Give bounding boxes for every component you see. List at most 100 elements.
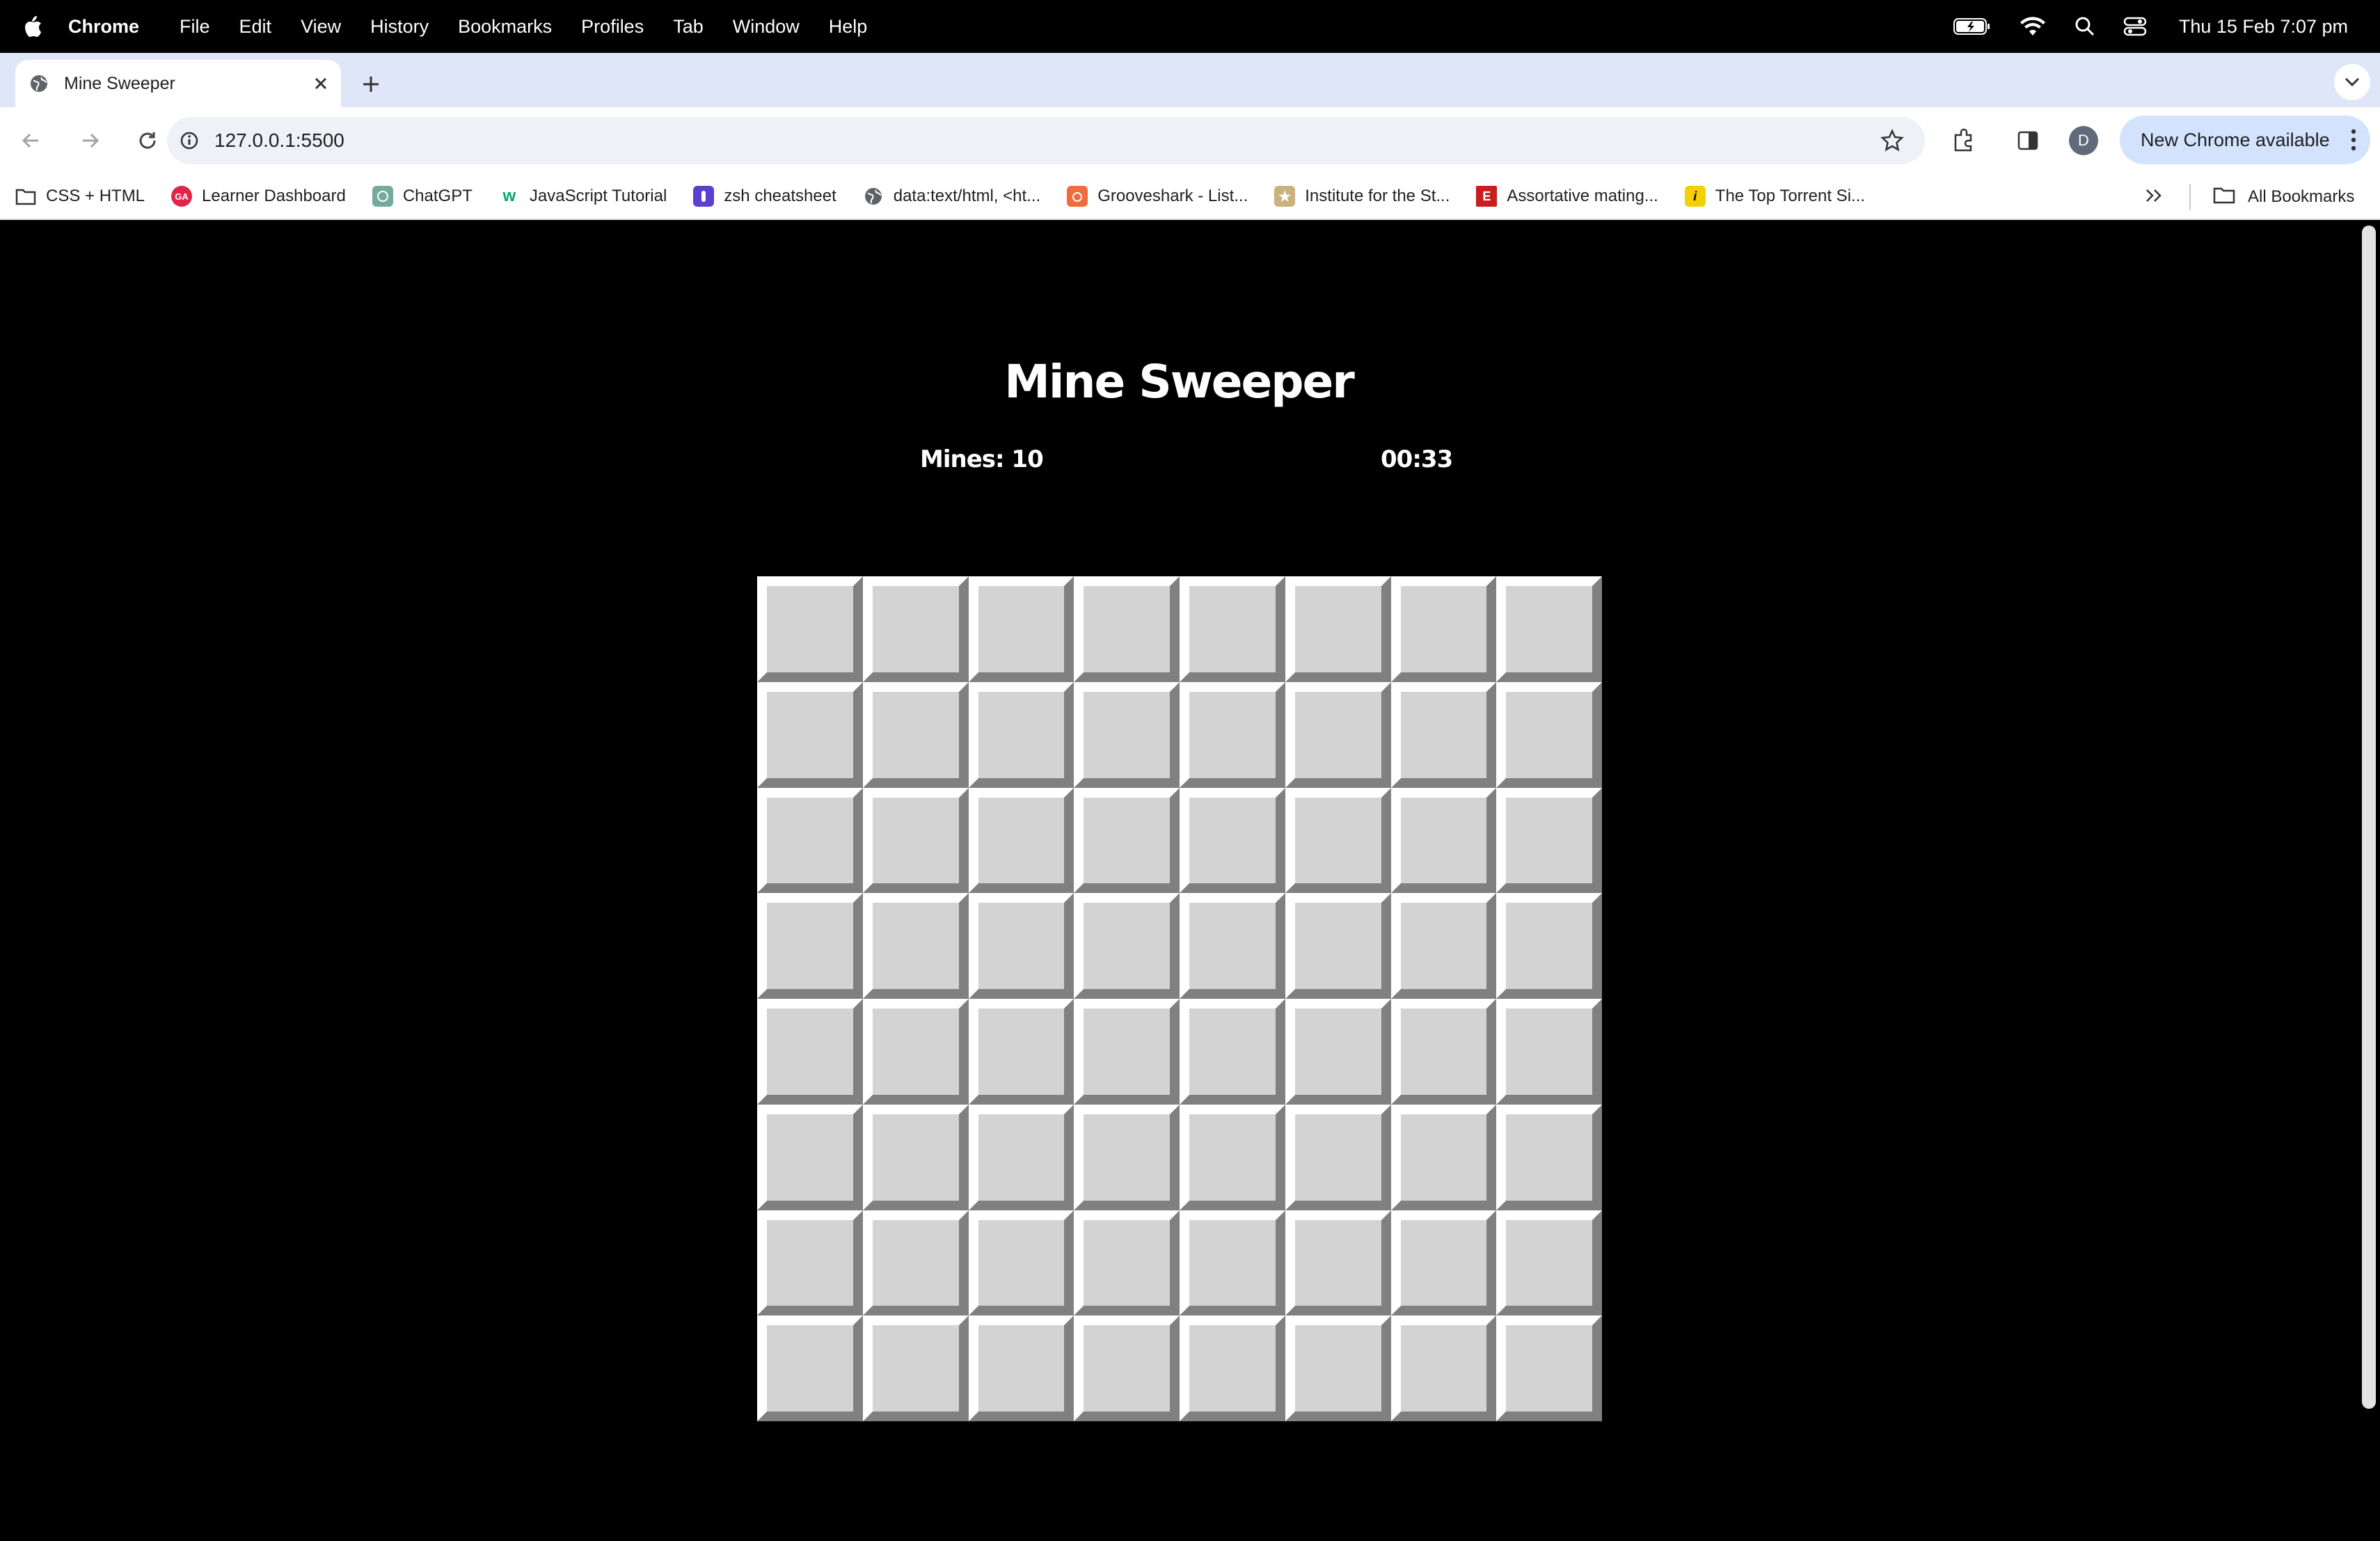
battery-icon[interactable] [1953, 17, 1991, 35]
board-cell[interactable] [757, 1104, 863, 1210]
board-cell[interactable] [1390, 787, 1497, 894]
site-info-icon[interactable] [180, 131, 199, 150]
board-cell[interactable] [1180, 1104, 1285, 1210]
board-cell[interactable] [1180, 1210, 1285, 1316]
control-center-icon[interactable] [2123, 16, 2147, 37]
board-cell[interactable] [757, 787, 863, 894]
bookmark-institute[interactable]: ★ Institute for the St... [1274, 186, 1450, 207]
board-cell[interactable] [862, 999, 969, 1105]
menu-file[interactable]: File [180, 16, 210, 38]
board-cell[interactable] [1285, 681, 1391, 788]
board-cell[interactable] [757, 893, 863, 999]
board-cell[interactable] [1180, 576, 1285, 682]
board-cell[interactable] [1496, 893, 1602, 999]
page-scrollbar[interactable] [2358, 221, 2380, 1541]
board-cell[interactable] [1180, 1315, 1285, 1421]
board-cell[interactable] [968, 893, 1074, 999]
back-button[interactable] [11, 121, 50, 160]
bookmark-javascript-tutorial[interactable]: w JavaScript Tutorial [499, 186, 667, 207]
menu-app-name[interactable]: Chrome [68, 16, 139, 38]
menu-window[interactable]: Window [733, 16, 800, 38]
board-cell[interactable] [1390, 681, 1497, 788]
board-cell[interactable] [1074, 576, 1180, 682]
board-cell[interactable] [1180, 893, 1285, 999]
board-cell[interactable] [757, 576, 863, 682]
board-cell[interactable] [1285, 893, 1391, 999]
close-icon[interactable] [313, 76, 328, 91]
url-text[interactable]: 127.0.0.1:5500 [214, 129, 344, 152]
menu-profiles[interactable]: Profiles [581, 16, 644, 38]
menu-tab[interactable]: Tab [673, 16, 704, 38]
side-panel-icon[interactable] [2006, 129, 2050, 152]
tab-search-button[interactable] [2334, 64, 2370, 100]
apple-icon[interactable] [22, 15, 50, 38]
board-cell[interactable] [1074, 681, 1180, 788]
all-bookmarks-button[interactable]: All Bookmarks [2213, 174, 2354, 220]
board-cell[interactable] [862, 1104, 969, 1210]
board-cell[interactable] [1074, 787, 1180, 894]
board-cell[interactable] [862, 576, 969, 682]
board-cell[interactable] [1180, 787, 1285, 894]
board-cell[interactable] [1180, 681, 1285, 788]
board-cell[interactable] [757, 681, 863, 788]
board-cell[interactable] [968, 787, 1074, 894]
profile-avatar[interactable]: D [2061, 126, 2106, 155]
menu-help[interactable]: Help [829, 16, 868, 38]
new-chrome-available-button[interactable]: New Chrome available [2120, 116, 2370, 164]
board-cell[interactable] [1074, 893, 1180, 999]
board-cell[interactable] [1390, 576, 1497, 682]
menu-history[interactable]: History [370, 16, 429, 38]
board-cell[interactable] [968, 1210, 1074, 1316]
tab-mine-sweeper[interactable]: Mine Sweeper [15, 60, 341, 107]
bookmark-top-torrent[interactable]: i The Top Torrent Si... [1684, 186, 1865, 207]
board-cell[interactable] [1496, 787, 1602, 894]
board-cell[interactable] [757, 1210, 863, 1316]
bookmark-assortative-mating[interactable]: E Assortative mating... [1476, 186, 1658, 207]
board-cell[interactable] [757, 1315, 863, 1421]
board-cell[interactable] [1285, 576, 1391, 682]
scrollbar-thumb[interactable] [2362, 226, 2376, 1409]
board-cell[interactable] [1390, 1210, 1497, 1316]
board-cell[interactable] [1285, 1104, 1391, 1210]
board-cell[interactable] [1390, 1104, 1497, 1210]
board-cell[interactable] [1496, 1104, 1602, 1210]
board-cell[interactable] [1285, 787, 1391, 894]
bookmark-css-html[interactable]: CSS + HTML [15, 186, 145, 207]
reload-button[interactable] [128, 121, 167, 160]
board-cell[interactable] [862, 681, 969, 788]
board-cell[interactable] [1074, 1210, 1180, 1316]
menu-bookmarks[interactable]: Bookmarks [458, 16, 552, 38]
extensions-icon[interactable] [1942, 128, 1986, 153]
board-cell[interactable] [968, 1104, 1074, 1210]
menu-bar-clock[interactable]: Thu 15 Feb 7:07 pm [2179, 16, 2348, 38]
more-bookmarks-chevron-icon[interactable] [2145, 185, 2163, 209]
more-vertical-icon[interactable] [2351, 129, 2356, 151]
board-cell[interactable] [968, 1315, 1074, 1421]
board-cell[interactable] [862, 1210, 969, 1316]
spotlight-search-icon[interactable] [2074, 16, 2095, 37]
board-cell[interactable] [1390, 999, 1497, 1105]
board-cell[interactable] [862, 893, 969, 999]
board-cell[interactable] [1285, 999, 1391, 1105]
bookmark-learner-dashboard[interactable]: GA Learner Dashboard [171, 186, 346, 207]
board-cell[interactable] [968, 576, 1074, 682]
bookmark-zsh-cheatsheet[interactable]: zsh cheatsheet [693, 186, 836, 207]
bookmark-grooveshark[interactable]: Grooveshark - List... [1067, 186, 1248, 207]
board-cell[interactable] [1074, 1104, 1180, 1210]
bookmark-chatgpt[interactable]: ChatGPT [372, 186, 473, 207]
board-cell[interactable] [1180, 999, 1285, 1105]
board-cell[interactable] [1390, 893, 1497, 999]
board-cell[interactable] [1285, 1210, 1391, 1316]
menu-view[interactable]: View [301, 16, 341, 38]
address-bar[interactable]: 127.0.0.1:5500 [167, 117, 1925, 164]
bookmark-star-icon[interactable] [1880, 129, 1904, 152]
bookmark-data-text-html[interactable]: data:text/html, <ht... [863, 186, 1040, 207]
board-cell[interactable] [862, 1315, 969, 1421]
board-cell[interactable] [1390, 1315, 1497, 1421]
board-cell[interactable] [968, 999, 1074, 1105]
menu-edit[interactable]: Edit [239, 16, 272, 38]
board-cell[interactable] [1285, 1315, 1391, 1421]
new-tab-button[interactable] [354, 67, 388, 102]
board-cell[interactable] [1074, 1315, 1180, 1421]
board-cell[interactable] [968, 681, 1074, 788]
